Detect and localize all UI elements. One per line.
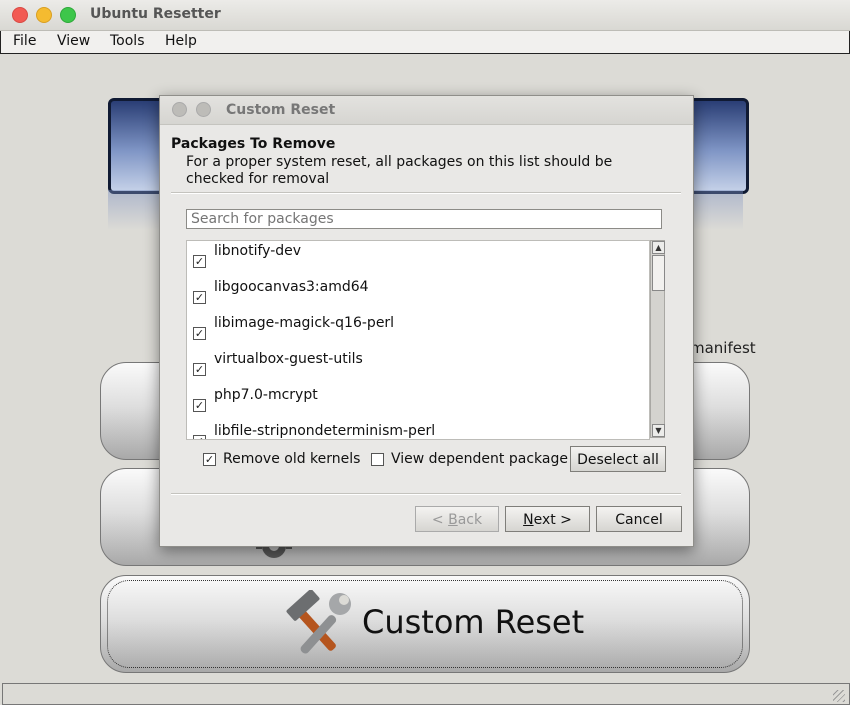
- menu-view[interactable]: View: [57, 33, 90, 49]
- separator: [171, 192, 681, 194]
- package-checkbox[interactable]: ✓: [193, 399, 206, 412]
- window-minimize-button[interactable]: [36, 7, 52, 23]
- list-item[interactable]: ✓ virtualbox-guest-utils: [187, 349, 647, 385]
- next-button[interactable]: Next >: [505, 506, 590, 532]
- list-item[interactable]: ✓ libfile-stripnondeterminism-perl: [187, 421, 647, 439]
- package-label: libnotify-dev: [214, 243, 302, 259]
- scroll-up-icon[interactable]: ▲: [652, 241, 665, 254]
- resize-grip[interactable]: [833, 690, 845, 702]
- list-item[interactable]: ✓ libgoocanvas3:amd64: [187, 277, 647, 313]
- dialog-minimize-button[interactable]: [196, 102, 211, 117]
- main-titlebar: Ubuntu Resetter: [0, 0, 850, 31]
- menubar: File View Tools Help: [0, 31, 850, 54]
- window-title: Ubuntu Resetter: [90, 6, 221, 22]
- package-checkbox[interactable]: ✓: [193, 363, 206, 376]
- package-search-input[interactable]: [186, 209, 662, 229]
- window-close-button[interactable]: [12, 7, 28, 23]
- package-list-scrollbar[interactable]: ▲ ▼: [650, 240, 665, 438]
- dialog-close-button[interactable]: [172, 102, 187, 117]
- dialog-titlebar: Custom Reset: [160, 96, 693, 125]
- view-dependent-checkbox[interactable]: [371, 453, 384, 466]
- package-label: php7.0-mcrypt: [214, 387, 318, 403]
- package-checkbox[interactable]: ✓: [193, 255, 206, 268]
- package-label: libgoocanvas3:amd64: [214, 279, 369, 295]
- package-label: virtualbox-guest-utils: [214, 351, 363, 367]
- menu-tools[interactable]: Tools: [110, 33, 145, 49]
- next-rest: ext >: [533, 512, 572, 528]
- custom-reset-dialog: Custom Reset Packages To Remove For a pr…: [159, 95, 694, 547]
- back-rest: ack: [457, 512, 483, 528]
- back-mnemonic: B: [448, 512, 458, 528]
- package-label: libimage-magick-q16-perl: [214, 315, 395, 331]
- window-maximize-button[interactable]: [60, 7, 76, 23]
- separator: [171, 493, 681, 495]
- menu-file[interactable]: File: [13, 33, 36, 49]
- list-item[interactable]: ✓ php7.0-mcrypt: [187, 385, 647, 421]
- section-description: For a proper system reset, all packages …: [186, 154, 613, 187]
- next-mnemonic: N: [523, 512, 534, 528]
- package-checkbox[interactable]: ✓: [193, 291, 206, 304]
- section-title: Packages To Remove: [171, 136, 336, 152]
- package-list: ✓ libnotify-dev ✓ libgoocanvas3:amd64 ✓ …: [186, 240, 650, 440]
- package-label: libfile-stripnondeterminism-perl: [214, 423, 436, 439]
- custom-reset-label: Custom Reset: [362, 603, 585, 641]
- package-checkbox[interactable]: ✓: [193, 327, 206, 340]
- remove-old-kernels-checkbox[interactable]: ✓: [203, 453, 216, 466]
- menu-help[interactable]: Help: [165, 33, 197, 49]
- deselect-all-button[interactable]: Deselect all: [570, 446, 666, 472]
- back-prefix: <: [431, 512, 449, 528]
- scroll-down-icon[interactable]: ▼: [652, 424, 665, 437]
- cancel-button[interactable]: Cancel: [596, 506, 682, 532]
- manifest-text: manifest: [690, 339, 756, 357]
- scrollbar-thumb[interactable]: [652, 255, 665, 291]
- package-checkbox[interactable]: ✓: [193, 435, 206, 439]
- back-button[interactable]: < Back: [415, 506, 499, 532]
- statusbar: [2, 683, 850, 705]
- tools-icon: [286, 590, 351, 654]
- list-item[interactable]: ✓ libimage-magick-q16-perl: [187, 313, 647, 349]
- list-item[interactable]: ✓ libnotify-dev: [187, 241, 647, 277]
- dialog-title: Custom Reset: [226, 102, 336, 118]
- remove-old-kernels-label: Remove old kernels: [223, 451, 361, 467]
- view-dependent-label: View dependent package: [391, 451, 568, 467]
